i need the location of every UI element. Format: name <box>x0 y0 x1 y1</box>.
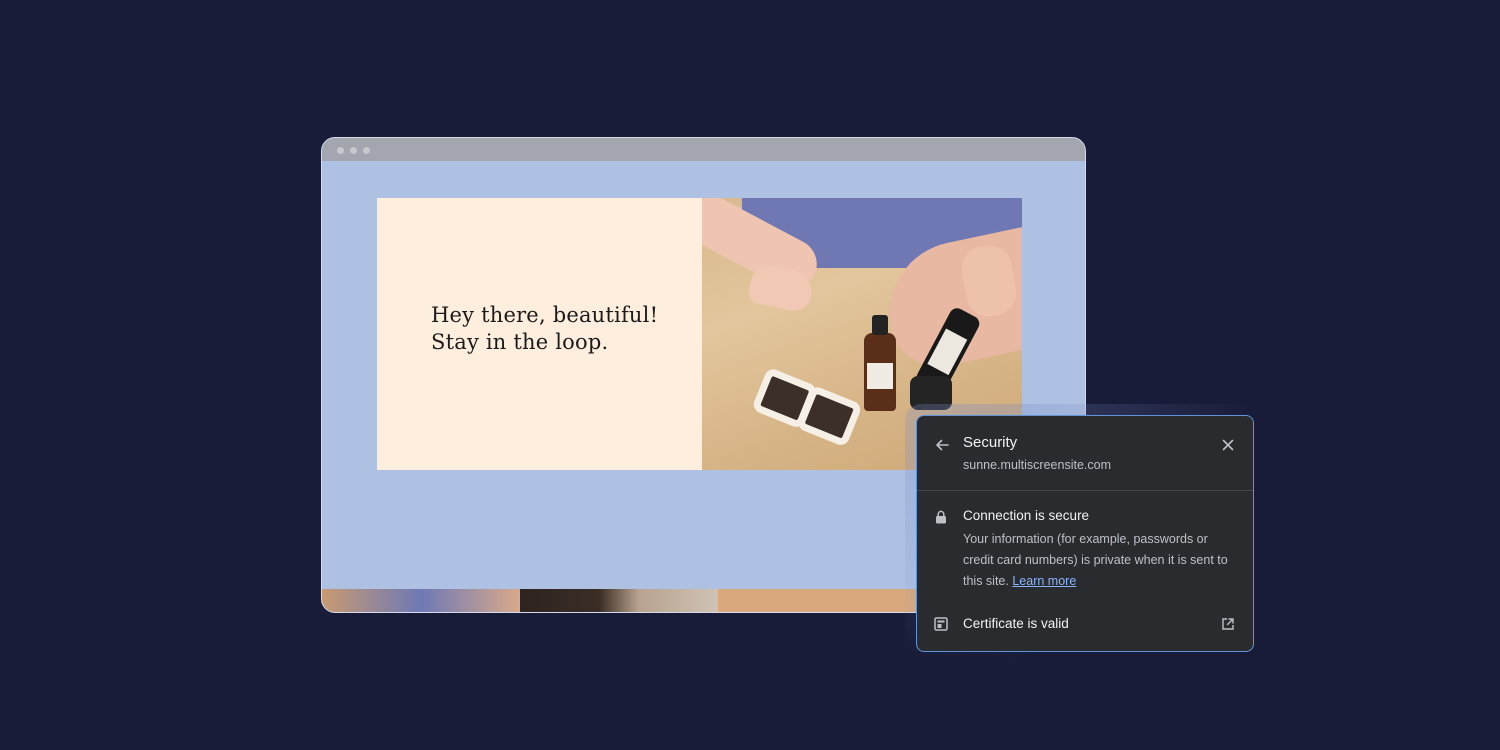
certificate-row[interactable]: Certificate is valid <box>963 616 1069 631</box>
connection-text: Your information (for example, passwords… <box>963 532 1228 588</box>
thumbnail-3 <box>718 589 916 612</box>
close-icon[interactable] <box>1219 436 1237 454</box>
external-link-icon[interactable] <box>1221 617 1235 631</box>
dropper-bottle <box>864 315 896 411</box>
browser-titlebar <box>322 138 1085 161</box>
site-url: sunne.multiscreensite.com <box>963 458 1111 472</box>
window-close-dot[interactable] <box>337 147 344 154</box>
learn-more-link[interactable]: Learn more <box>1012 574 1076 588</box>
popup-divider <box>917 490 1253 491</box>
lock-icon <box>936 510 946 524</box>
hero-line-1: Hey there, beautiful! <box>431 303 659 327</box>
certificate-icon <box>934 617 948 631</box>
window-minimize-dot[interactable] <box>350 147 357 154</box>
thumbnail-1 <box>322 589 520 612</box>
connection-description: Your information (for example, passwords… <box>963 529 1241 592</box>
popup-title: Security <box>963 434 1018 451</box>
window-maximize-dot[interactable] <box>363 147 370 154</box>
sunglasses <box>751 366 863 448</box>
back-arrow-icon[interactable] <box>933 436 951 454</box>
connection-status: Connection is secure <box>963 508 1090 523</box>
hero-line-2: Stay in the loop. <box>431 330 609 354</box>
security-popup: Security sunne.multiscreensite.com Conne… <box>916 415 1254 652</box>
thumbnail-2 <box>520 589 718 612</box>
hero-headline: Hey there, beautiful! Stay in the loop. <box>431 302 691 356</box>
